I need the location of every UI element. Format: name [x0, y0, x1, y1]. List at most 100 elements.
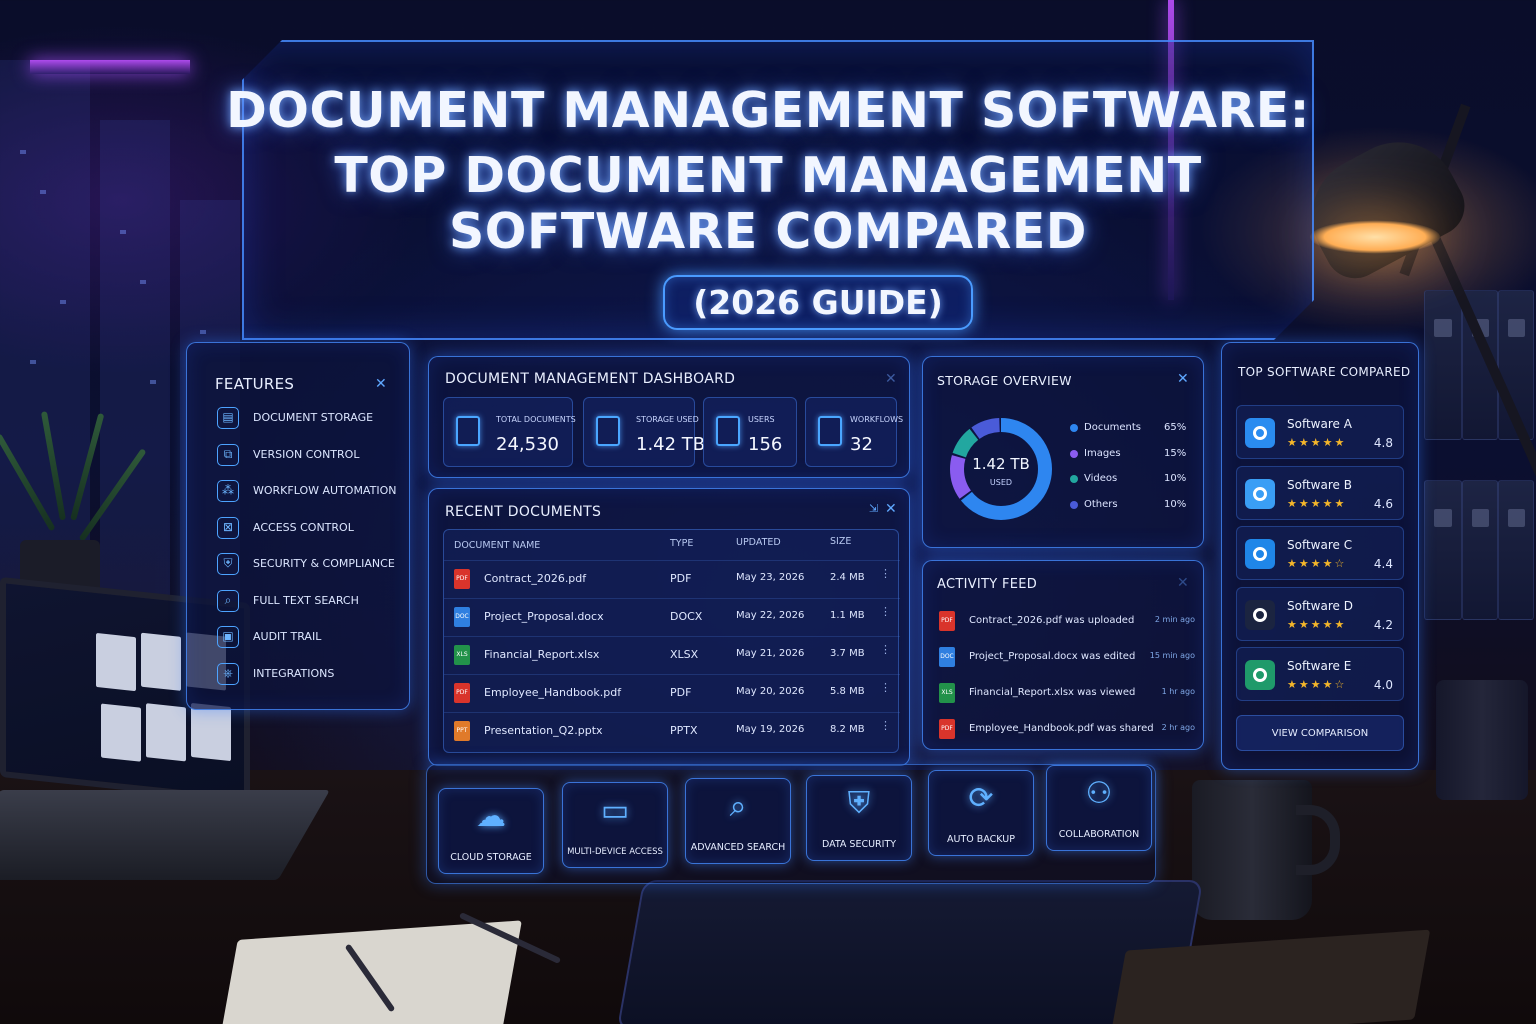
legend-percent: 15% [1164, 447, 1187, 459]
stat-label: WORKFLOWS [850, 415, 904, 424]
title-line-3: SOFTWARE COMPARED [449, 203, 1087, 260]
software-name: Software E [1287, 659, 1352, 673]
feature-tile[interactable]: ⛨ DATA SECURITY [806, 775, 912, 861]
activity-item[interactable]: PDF Employee_Handbook.pdf was shared 2 hr … [937, 715, 1195, 749]
software-logo-icon [1245, 539, 1275, 569]
document-name: Project_Proposal.docx [484, 610, 604, 623]
software-name: Software C [1287, 538, 1353, 552]
file-icon: PDF [454, 683, 470, 703]
storage-title: STORAGE OVERVIEW [937, 373, 1072, 388]
title-line-2: TOP DOCUMENT MANAGEMENT [334, 147, 1202, 204]
table-row[interactable]: PDF Contract_2026.pdf PDF May 23, 2026 2.4 M… [444, 560, 900, 596]
software-score: 4.2 [1373, 617, 1393, 632]
software-logo-icon [1245, 478, 1275, 509]
document-size: 2.4 MB [830, 572, 865, 583]
tablet [616, 880, 1204, 1024]
software-logo-icon [1245, 660, 1275, 690]
features-title: FEATURES [215, 375, 295, 393]
dashboard-panel: DOCUMENT MANAGEMENT DASHBOARD ✕ TOTAL DO… [428, 356, 910, 478]
document-size: 3.7 MB [830, 648, 865, 659]
stat-value: 156 [748, 434, 783, 455]
file-icon: XLS [454, 645, 470, 665]
more-options-icon[interactable]: ⋮ [880, 719, 891, 732]
col-size[interactable]: SIZE [830, 536, 851, 547]
expand-icon[interactable]: ⇲ [869, 502, 878, 515]
feature-label: FULL TEXT SEARCH [253, 593, 359, 607]
software-name: Software A [1287, 417, 1352, 431]
activity-item[interactable]: XLS Financial_Report.xlsx was viewed 1 hr … [937, 679, 1195, 713]
software-name: Software B [1287, 477, 1352, 492]
tile-label: ADVANCED SEARCH [690, 842, 786, 853]
close-icon[interactable]: ✕ [885, 371, 897, 387]
software-score: 4.0 [1373, 678, 1393, 692]
feature-tile[interactable]: ▭ MULTI-DEVICE ACCESS [562, 782, 668, 868]
stat-value: 24,530 [496, 434, 559, 455]
file-icon: PDF [454, 569, 470, 589]
stat-icon [456, 416, 480, 446]
documents-table: DOCUMENT NAME TYPE UPDATED SIZE PDF Contr… [443, 529, 900, 753]
document-type: PPTX [670, 724, 698, 737]
col-document-name[interactable]: DOCUMENT NAME [454, 540, 540, 551]
document-icon: ▤ [217, 407, 239, 429]
view-comparison-label: VIEW COMPARISON [1271, 728, 1369, 739]
col-type[interactable]: TYPE [670, 538, 693, 549]
stat-card[interactable]: WORKFLOWS 32 [805, 397, 903, 467]
more-options-icon[interactable]: ⋮ [880, 643, 891, 656]
software-logo-icon [1245, 418, 1275, 448]
close-icon[interactable]: ✕ [375, 376, 387, 392]
software-card[interactable]: Software E ★★★★☆ 4.0 [1236, 647, 1404, 701]
software-card[interactable]: Software A ★★★★★ 4.8 [1236, 405, 1404, 459]
view-comparison-button[interactable]: VIEW COMPARISON [1236, 715, 1404, 751]
more-options-icon[interactable]: ⋮ [880, 567, 891, 580]
col-updated[interactable]: UPDATED [736, 537, 781, 548]
activity-time: 1 hr ago [1161, 687, 1195, 696]
backup-icon: ⟳ [968, 781, 994, 816]
stat-card[interactable]: STORAGE USED 1.42 TB [583, 397, 705, 467]
legend-label: Videos [1084, 473, 1118, 484]
stat-card[interactable]: TOTAL DOCUMENTS 24,530 [443, 397, 576, 467]
file-icon: DOC [939, 647, 955, 667]
document-type: PDF [670, 686, 692, 699]
close-icon[interactable]: ✕ [885, 501, 897, 517]
table-row[interactable]: PPT Presentation_Q2.pptx PPTX May 19, 2026 8… [444, 712, 900, 748]
document-updated: May 20, 2026 [736, 686, 805, 697]
feature-tile[interactable]: ⌕ ADVANCED SEARCH [685, 778, 791, 864]
stat-value: 32 [850, 434, 873, 455]
document-type: PDF [670, 572, 692, 585]
workflow-icon: ⁂ [217, 480, 239, 502]
stat-label: TOTAL DOCUMENTS [496, 415, 576, 424]
table-row[interactable]: XLS Financial_Report.xlsx XLSX May 21, 2026… [444, 636, 900, 672]
stat-icon [716, 416, 740, 446]
feature-tile[interactable]: ☁ CLOUD STORAGE [438, 788, 544, 874]
shield-icon: ⛨ [217, 553, 239, 575]
document-type: XLSX [670, 648, 699, 661]
more-options-icon[interactable]: ⋮ [880, 681, 891, 694]
recent-title: RECENT DOCUMENTS [445, 504, 602, 520]
team-icon: ⚇ [1085, 776, 1113, 811]
features-panel: FEATURES ✕ ▤ DOCUMENT STORAGE ⧉ VERSION CON… [186, 342, 410, 710]
close-icon[interactable]: ✕ [1177, 371, 1189, 387]
file-icon: PDF [939, 611, 955, 631]
activity-time: 2 min ago [1154, 615, 1195, 624]
file-icon: PDF [939, 719, 955, 739]
stat-card[interactable]: USERS 156 [703, 397, 797, 467]
title-line-1: DOCUMENT MANAGEMENT SOFTWARE: [226, 82, 1310, 139]
file-icon: PPT [454, 721, 470, 741]
document-size: 1.1 MB [830, 610, 865, 621]
devices-icon: ▭ [600, 793, 630, 828]
feature-label: DOCUMENT STORAGE [253, 411, 374, 424]
table-row[interactable]: PDF Employee_Handbook.pdf PDF May 20, 2026 5… [444, 674, 900, 710]
more-options-icon[interactable]: ⋮ [880, 605, 891, 618]
feature-tile[interactable]: ⟳ AUTO BACKUP [928, 770, 1034, 856]
feature-tile[interactable]: ⚇ COLLABORATION [1046, 765, 1152, 851]
legend-percent: 10% [1164, 473, 1187, 484]
integrations-icon: ⎈ [217, 662, 239, 685]
software-card[interactable]: Software B ★★★★★ 4.6 [1236, 465, 1404, 520]
activity-item[interactable]: DOC Project_Proposal.docx was edited 15 mi… [937, 643, 1195, 677]
software-card[interactable]: Software C ★★★★☆ 4.4 [1236, 526, 1404, 580]
table-row[interactable]: DOC Project_Proposal.docx DOCX May 22, 2026… [444, 598, 900, 634]
close-icon[interactable]: ✕ [1177, 575, 1189, 591]
audit-icon: ▣ [217, 626, 239, 648]
activity-item[interactable]: PDF Contract_2026.pdf was uploaded 2 min a… [937, 607, 1195, 641]
software-card[interactable]: Software D ★★★★★ 4.2 [1236, 586, 1404, 641]
